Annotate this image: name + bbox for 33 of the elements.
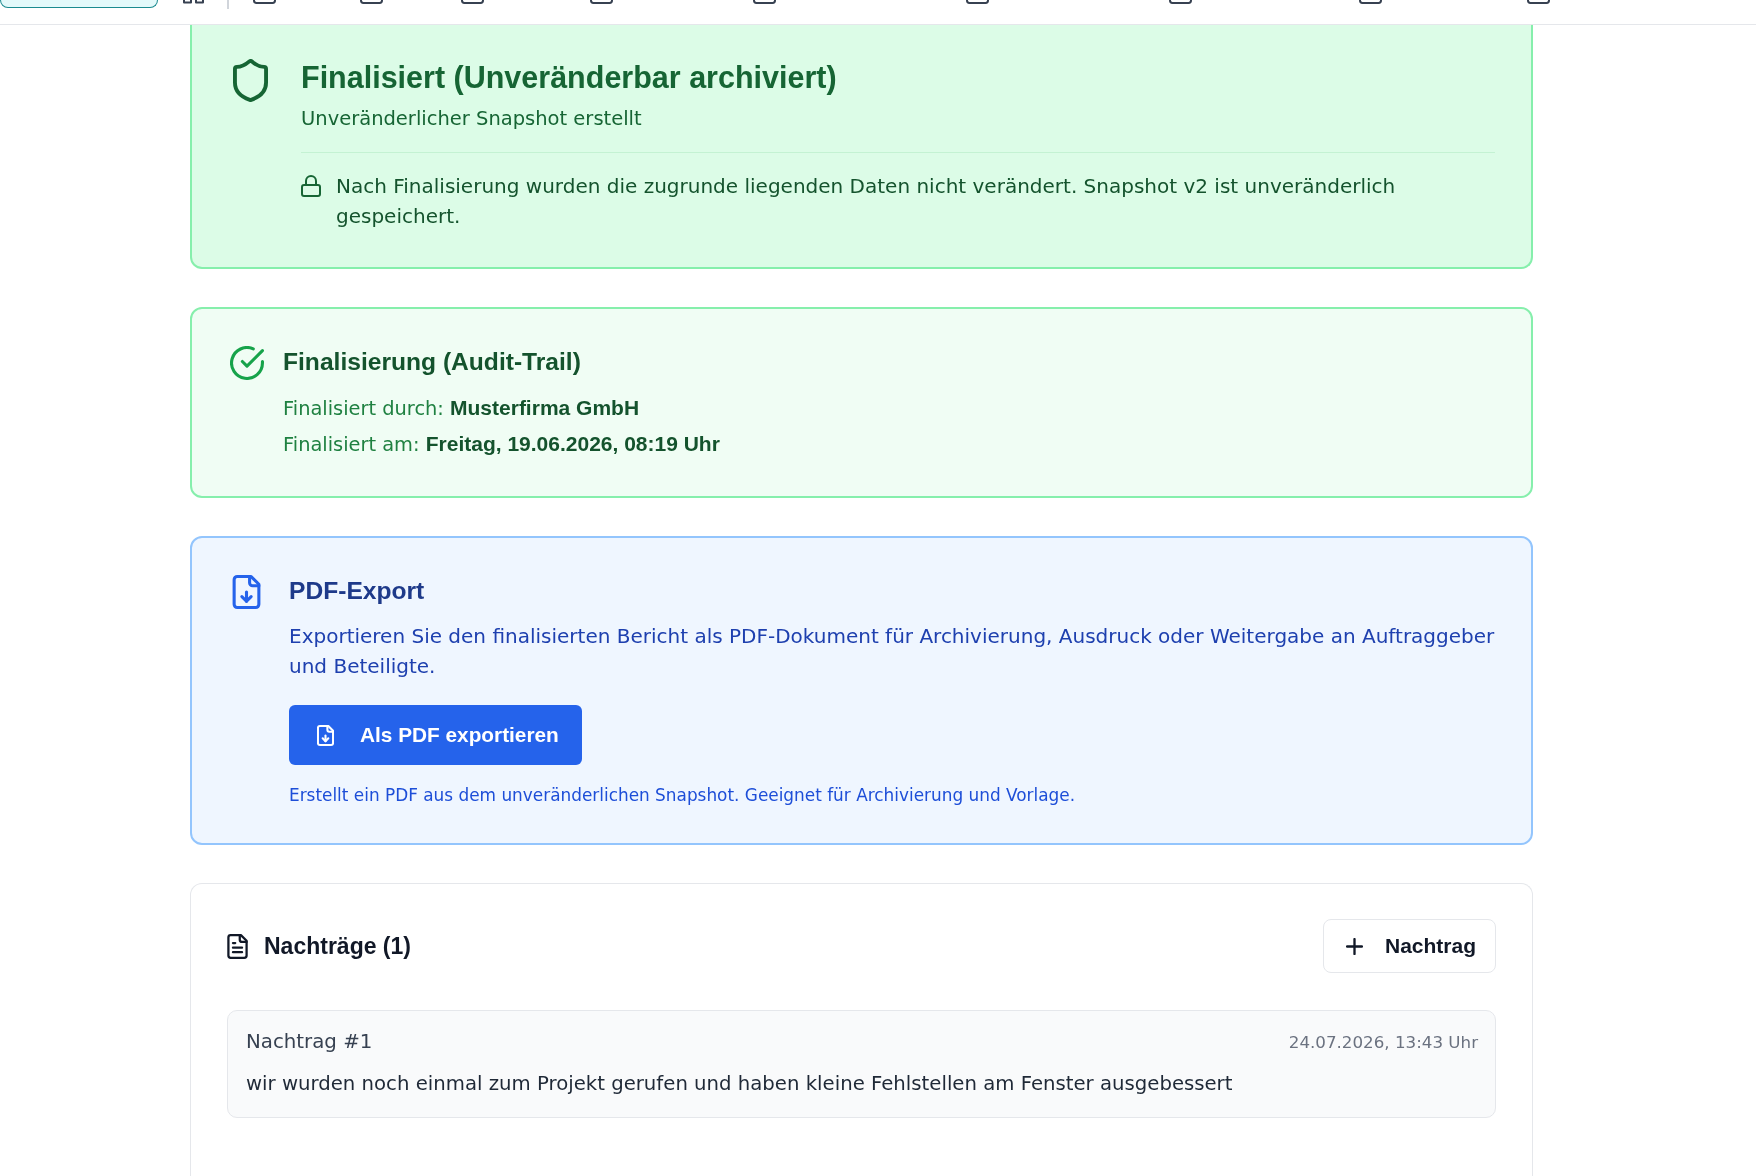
tab-icon[interactable] — [590, 0, 613, 4]
tab-icon[interactable] — [966, 0, 989, 4]
grid-icon[interactable] — [183, 0, 204, 4]
tab-icon[interactable] — [253, 0, 276, 4]
status-title: Finalisiert (Unveränderbar archiviert) — [301, 59, 838, 95]
audit-field: Finalisiert am: Freitag, 19.06.2026, 08:19 Uhr — [283, 426, 1495, 462]
tab-icon[interactable] — [461, 0, 484, 4]
addendum-title: Nachtrag #1 — [246, 1029, 373, 1055]
tab-icon[interactable] — [753, 0, 776, 4]
status-subtitle: Unveränderlicher Snapshot erstellt — [301, 106, 643, 132]
tab-icon[interactable] — [1359, 0, 1382, 4]
export-title: PDF-Export — [289, 576, 426, 606]
audit-title: Finalisierung (Audit-Trail) — [283, 347, 582, 377]
lock-icon — [301, 175, 321, 197]
export-description: Exportieren Sie den finalisierten Bericht als PDF-Dokument für Archivierung, Ausdruck oder Weitergabe an Auftraggeber und Beteiligte. — [289, 623, 1495, 680]
status-note: Nach Finalisierung wurden die zugrunde liegenden Daten nicht verändert. Snapshot v2 ist unveränderlich gespeichert. — [336, 173, 1397, 230]
check-circle-icon — [230, 346, 264, 380]
export-pdf-button[interactable]: Als PDF exportieren — [289, 705, 582, 765]
add-addendum-button[interactable]: Nachtrag — [1322, 919, 1496, 973]
tab[interactable] — [0, 0, 158, 8]
tab-icon[interactable] — [1169, 0, 1192, 4]
tab-icon[interactable] — [360, 0, 383, 4]
file-download-icon — [317, 724, 334, 746]
audit-field: Finalisiert durch: Musterfirma GmbH — [283, 390, 1495, 426]
document-icon — [227, 933, 248, 959]
export-note: Erstellt ein PDF aus dem unveränderlichen Snapshot. Geeignet für Archivierung und Vorlage. — [289, 784, 1077, 807]
addenda-title: Nachträge (1) — [264, 932, 411, 961]
tab-icon[interactable] — [1527, 0, 1550, 4]
file-download-icon — [232, 575, 261, 609]
addendum-date: 24.07.2026, 13:43 Uhr — [1288, 1031, 1478, 1054]
plus-icon — [1345, 937, 1363, 955]
shield-icon — [233, 59, 268, 102]
addendum-text: wir wurden noch einmal zum Projekt gerufen und haben kleine Fehlstellen am Fenster ausgebessert — [246, 1071, 1234, 1097]
